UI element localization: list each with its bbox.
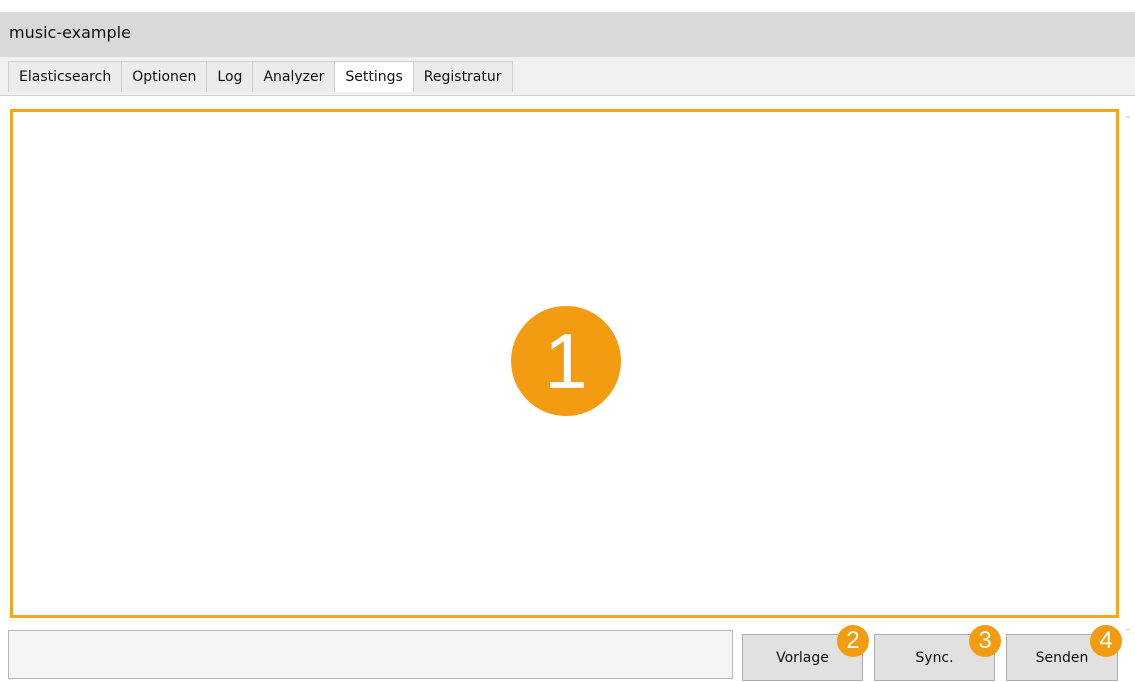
window-title: music-example: [9, 23, 131, 42]
tab-bar: Elasticsearch Optionen Log Analyzer Sett…: [0, 57, 1135, 96]
callout-badge-3: 3: [969, 625, 1001, 657]
tab-elasticsearch[interactable]: Elasticsearch: [8, 61, 122, 92]
callout-badge-1: 1: [511, 306, 621, 416]
tab-log[interactable]: Log: [206, 61, 253, 92]
title-bar: music-example: [0, 12, 1135, 57]
tab-analyzer[interactable]: Analyzer: [252, 61, 335, 92]
tab-optionen[interactable]: Optionen: [121, 61, 207, 92]
tab-settings[interactable]: Settings: [334, 61, 413, 92]
callout-badge-2: 2: [837, 625, 869, 657]
scroll-up-icon[interactable]: ⌃: [1121, 115, 1135, 126]
callout-badge-4: 4: [1090, 625, 1122, 657]
status-field[interactable]: [8, 630, 733, 679]
tab-registratur[interactable]: Registratur: [412, 61, 513, 92]
scroll-down-icon[interactable]: ⌄: [1121, 623, 1135, 634]
